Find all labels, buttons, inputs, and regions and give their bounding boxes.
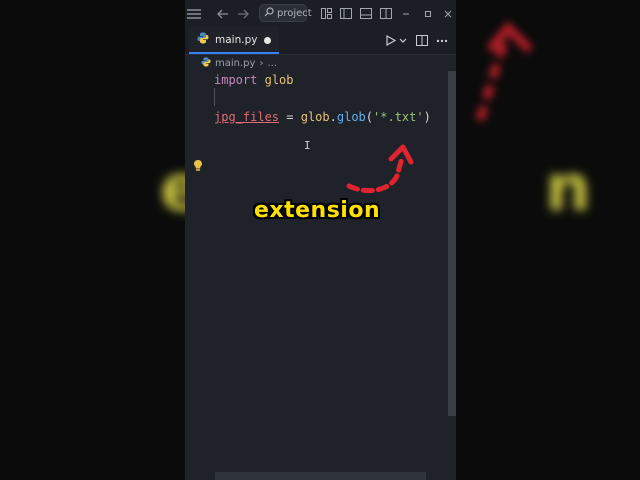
code-line-1: import glob: [214, 71, 294, 89]
background-blurred-arrow: [475, 21, 534, 122]
open-paren: (: [365, 110, 374, 124]
unsaved-indicator[interactable]: [264, 37, 271, 44]
import-keyword: import: [214, 73, 258, 87]
minimize-icon[interactable]: [399, 0, 413, 27]
horizontal-scrollbar[interactable]: [215, 472, 426, 480]
editor-window: project main.py main.py › ... import glo…: [185, 0, 456, 480]
dot-punctuation: .: [329, 110, 337, 124]
vertical-scrollbar[interactable]: [448, 71, 456, 416]
split-icon[interactable]: [379, 0, 393, 27]
panel-icon[interactable]: [359, 0, 373, 27]
lightbulb-icon[interactable]: [192, 159, 204, 175]
code-editor[interactable]: import glob jpg_files = glob.glob('*.txt…: [185, 71, 448, 480]
maximize-icon[interactable]: [421, 0, 435, 27]
object-name: glob: [300, 110, 330, 124]
search-input[interactable]: project: [259, 4, 312, 22]
pattern-string: '*.txt': [373, 110, 424, 124]
caption-text: extension: [254, 198, 381, 223]
sidebar-icon[interactable]: [339, 0, 353, 27]
indent-guide: [214, 88, 217, 106]
close-icon[interactable]: [441, 0, 455, 27]
text-cursor-icon: I: [304, 139, 311, 152]
back-icon[interactable]: [215, 0, 231, 27]
module-name: glob: [264, 73, 294, 87]
breadcrumb: main.py › ...: [185, 55, 456, 71]
more-icon[interactable]: [435, 27, 449, 54]
tab-main-py[interactable]: main.py: [189, 27, 279, 54]
python-icon: [201, 56, 211, 70]
breadcrumb-ellipsis[interactable]: ...: [267, 58, 277, 69]
split-editor-icon[interactable]: [415, 27, 429, 54]
breadcrumb-separator: ›: [259, 57, 264, 69]
tab-bar: main.py: [185, 27, 456, 55]
close-paren: ): [423, 110, 431, 124]
variable-name: jpg_files: [214, 110, 280, 124]
title-bar: project: [185, 0, 456, 27]
breadcrumb-file[interactable]: main.py: [215, 58, 255, 69]
tab-label: main.py: [215, 33, 258, 46]
search-icon: [264, 6, 274, 20]
code-line-3: jpg_files = glob.glob('*.txt'): [214, 108, 431, 126]
python-icon: [197, 32, 209, 47]
layout-icon[interactable]: [319, 0, 333, 27]
search-placeholder: project: [277, 7, 312, 19]
menu-icon[interactable]: [185, 0, 203, 27]
function-name: glob: [336, 110, 366, 124]
assign-operator: =: [286, 110, 294, 124]
annotation-arrow: [346, 144, 414, 194]
chevron-down-icon[interactable]: [397, 27, 409, 54]
forward-icon[interactable]: [235, 0, 251, 27]
